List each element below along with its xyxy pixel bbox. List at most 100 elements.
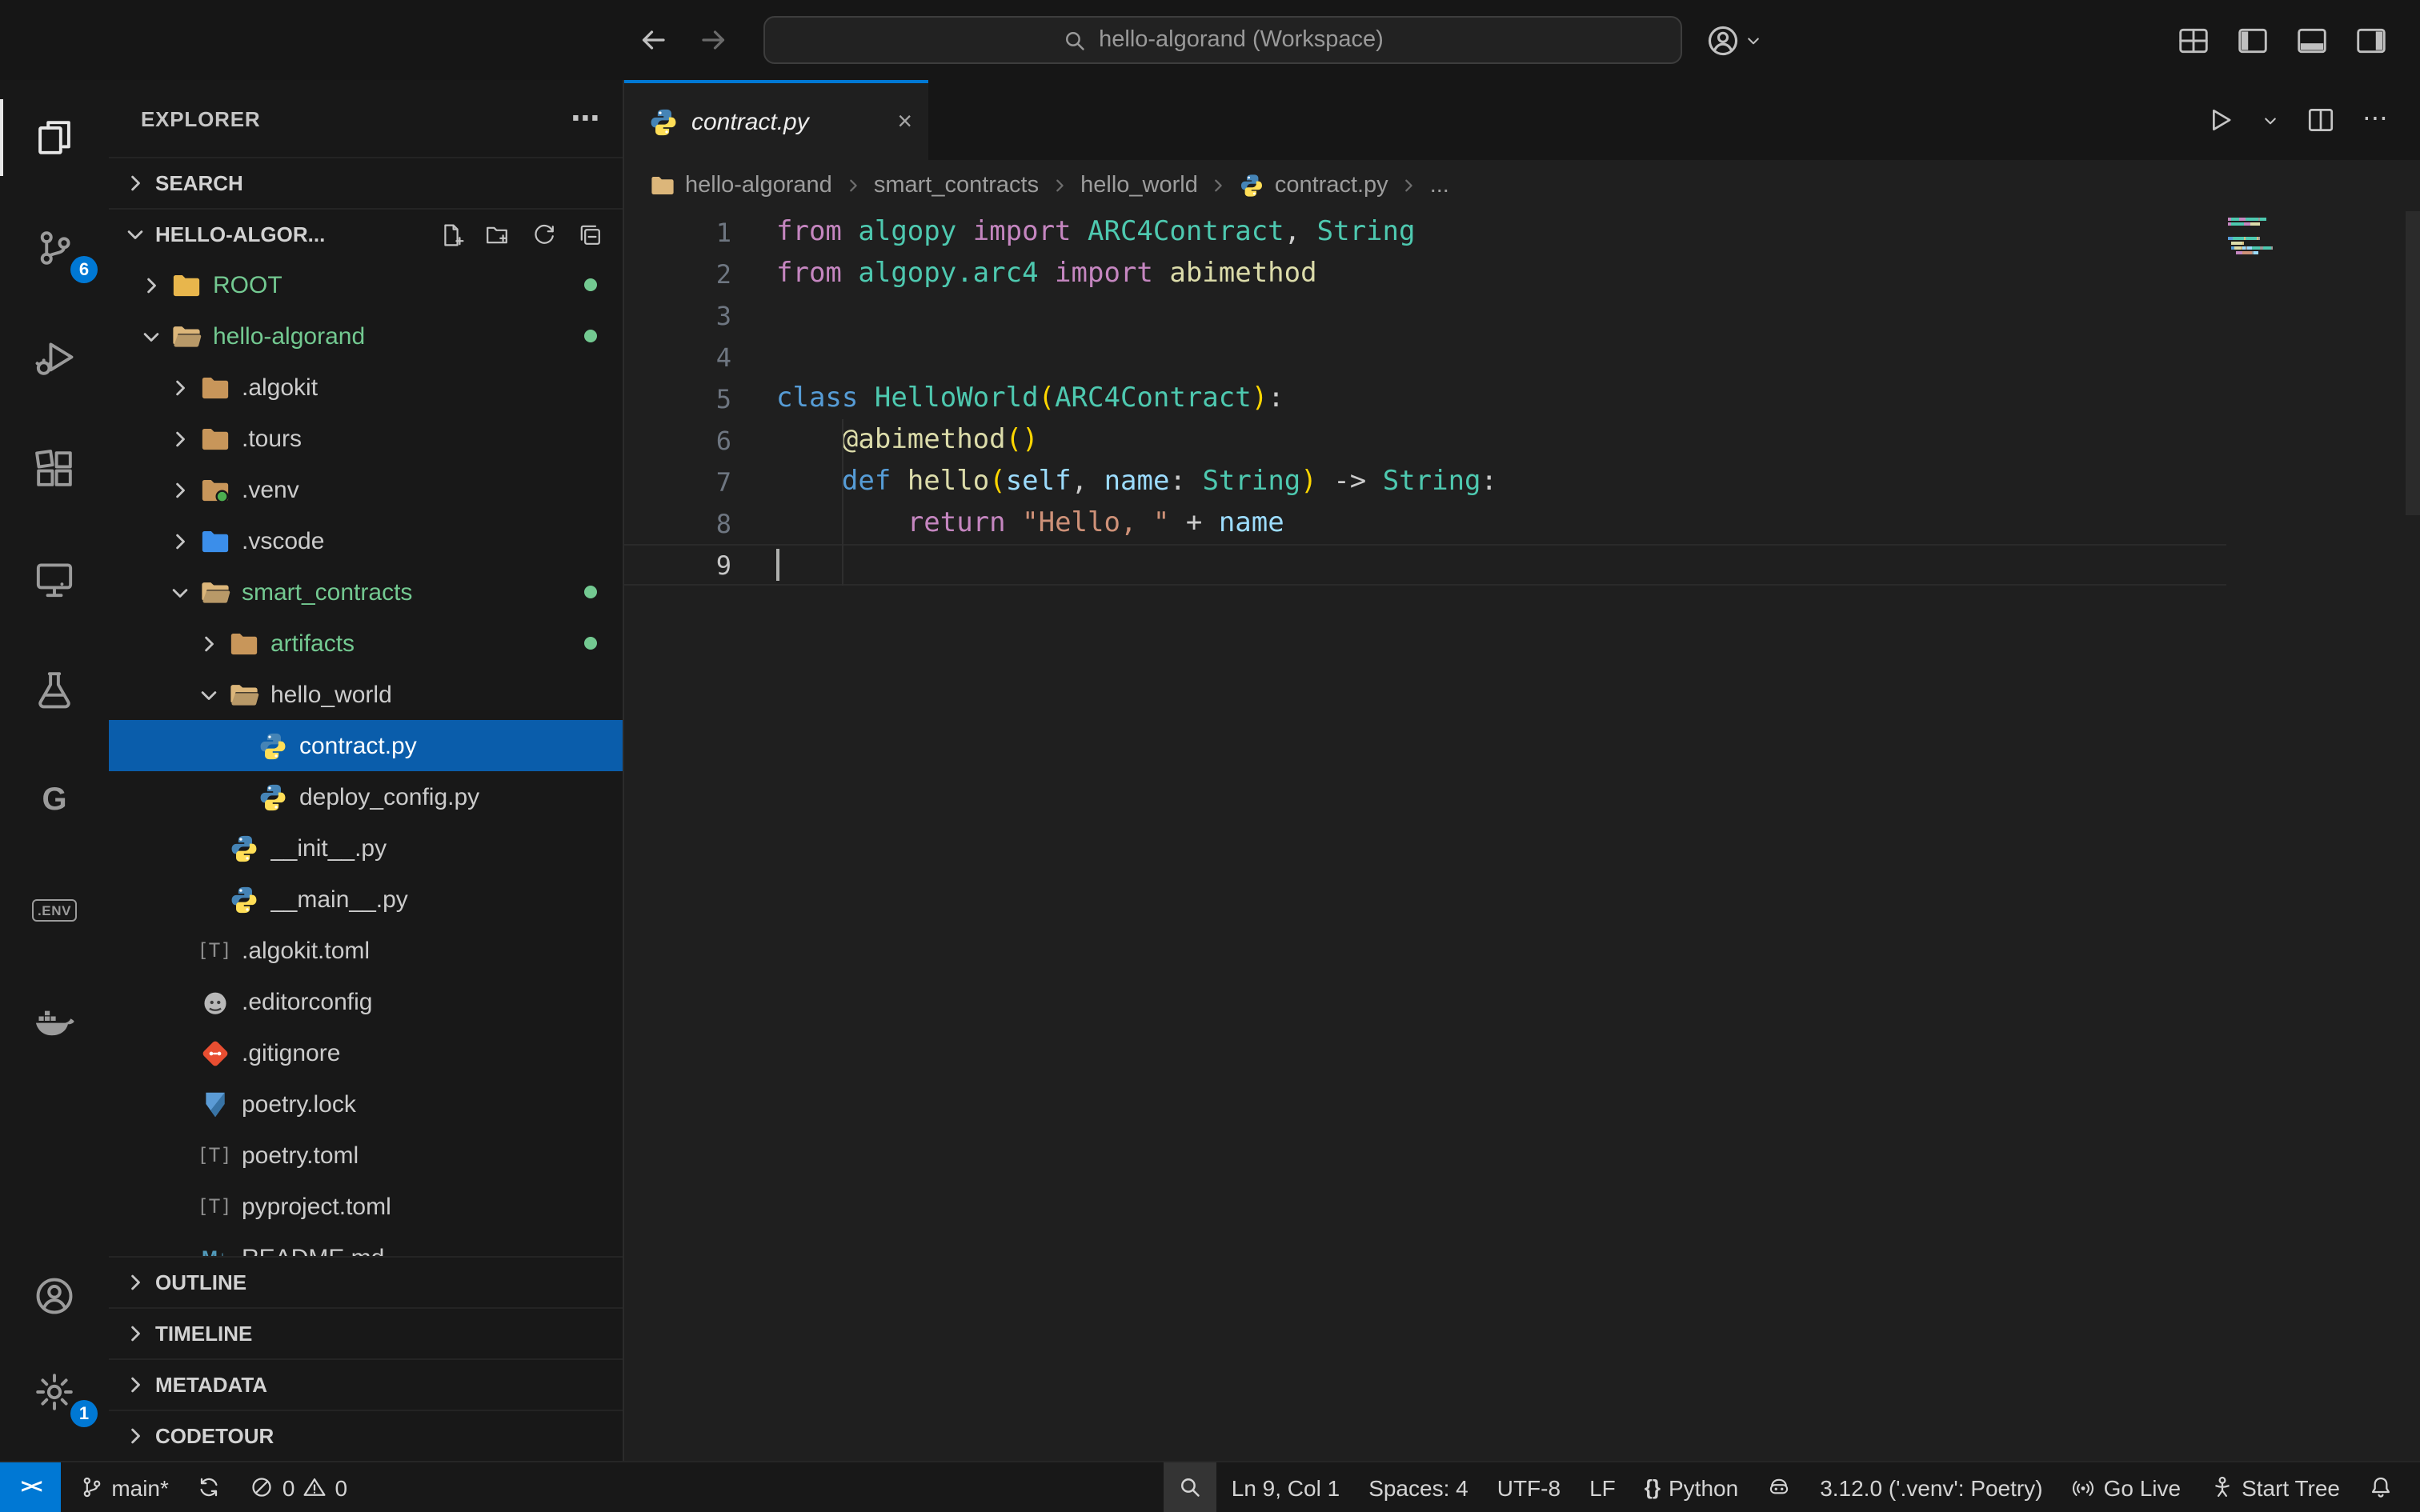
tree-item-hello_world[interactable]: hello_world (109, 669, 623, 720)
remote-explorer-icon (34, 558, 75, 600)
refresh-explorer-button[interactable] (531, 222, 557, 247)
code-line-3[interactable]: 3 (624, 294, 2420, 336)
editor-scrollbar[interactable] (2406, 211, 2420, 515)
tree-item-poetry.lock[interactable]: poetry.lock (109, 1078, 623, 1130)
status-go-live[interactable]: Go Live (2057, 1462, 2196, 1512)
close-tab-button[interactable]: × (897, 108, 912, 135)
status-eol[interactable]: LF (1575, 1462, 1630, 1512)
account-menu[interactable] (1706, 0, 1762, 80)
activity-badge: 6 (70, 256, 98, 283)
tree-item-pyproject.toml[interactable]: [T]pyproject.toml (109, 1181, 623, 1232)
tree-item-.tours[interactable]: .tours (109, 413, 623, 464)
search-section-label: SEARCH (155, 171, 243, 195)
editor-more-actions-button[interactable]: ⋯ (2362, 107, 2388, 133)
toggle-secondary-sidebar-button[interactable] (2354, 23, 2388, 57)
status-copilot[interactable] (1753, 1462, 1805, 1512)
tree-item-.algokit[interactable]: .algokit (109, 362, 623, 413)
tree-item-smart_contracts[interactable]: smart_contracts (109, 566, 623, 618)
code-line-2[interactable]: 2from algopy.arc4 import abimethod (624, 253, 2420, 294)
activity-settings[interactable]: 1 (0, 1354, 109, 1430)
line-number: 6 (624, 425, 731, 455)
breadcrumb-item[interactable]: ... (1430, 173, 1449, 198)
code-line-8[interactable]: 8 return "Hello, " + name (624, 502, 2420, 544)
tree-item-contract.py[interactable]: contract.py (109, 720, 623, 771)
tree-item-.editorconfig[interactable]: .editorconfig (109, 976, 623, 1027)
status-indentation[interactable]: Spaces: 4 (1354, 1462, 1483, 1512)
tree-item-.gitignore[interactable]: .gitignore (109, 1027, 623, 1078)
breadcrumb-item[interactable]: smart_contracts (874, 173, 1039, 198)
code-line-9[interactable]: 9 (624, 544, 2226, 586)
code-line-1[interactable]: 1from algopy import ARC4Contract, String (624, 211, 2420, 253)
section-outline[interactable]: OUTLINE (109, 1256, 623, 1307)
run-options-chevron[interactable] (2262, 111, 2279, 129)
section-codetour[interactable]: CODETOUR (109, 1410, 623, 1461)
status-git-branch[interactable]: main* (65, 1462, 183, 1512)
activity-accounts[interactable] (0, 1258, 109, 1334)
activity-dotenv[interactable]: .ENV (0, 872, 109, 949)
folder-icon (227, 627, 259, 659)
activity-explorer[interactable] (0, 99, 109, 176)
tree-item-deploy_config.py[interactable]: deploy_config.py (109, 771, 623, 822)
status-magnifier[interactable] (1164, 1462, 1217, 1512)
collapse-folders-button[interactable] (578, 222, 603, 247)
tree-item-.vscode[interactable]: .vscode (109, 515, 623, 566)
tree-item-.venv[interactable]: .venv (109, 464, 623, 515)
folder-vscode-icon (198, 525, 230, 557)
workspace-section-header[interactable]: HELLO-ALGOR... (109, 208, 623, 259)
status-python-interpreter[interactable]: 3.12.0 ('.venv': Poetry) (1805, 1462, 2057, 1512)
tree-item-label: deploy_config.py (299, 783, 623, 810)
status-start-tree[interactable]: Start Tree (2195, 1462, 2354, 1512)
code-line-7[interactable]: 7 def hello(self, name: String) -> Strin… (624, 461, 2420, 502)
breadcrumb-item[interactable]: hello-algorand (650, 173, 832, 198)
tree-item-__init__.py[interactable]: __init__.py (109, 822, 623, 874)
activity-run-debug[interactable] (0, 320, 109, 397)
activity-testing[interactable] (0, 651, 109, 728)
toggle-panel-button[interactable] (2295, 23, 2329, 57)
status-encoding[interactable]: UTF-8 (1483, 1462, 1575, 1512)
activity-source-control[interactable]: 6 (0, 210, 109, 286)
status-cursor-position[interactable]: Ln 9, Col 1 (1217, 1462, 1354, 1512)
toggle-primary-sidebar-button[interactable] (2236, 23, 2270, 57)
section-metadata[interactable]: METADATA (109, 1358, 623, 1410)
tree-item-artifacts[interactable]: artifacts (109, 618, 623, 669)
branch-icon (79, 1475, 103, 1499)
tab-contract-py[interactable]: contract.py × (624, 80, 928, 160)
twisty-spacer (163, 1037, 195, 1069)
status-remote-indicator[interactable]: >< (0, 1462, 60, 1512)
breadcrumb-item[interactable]: contract.py (1240, 173, 1388, 198)
split-editor-button[interactable] (2306, 106, 2335, 134)
status-problems[interactable]: 00 (236, 1462, 362, 1512)
run-python-file-button[interactable] (2206, 106, 2234, 134)
tree-item-ROOT[interactable]: ROOT (109, 259, 623, 310)
command-center-search[interactable]: hello-algorand (Workspace) (763, 16, 1682, 64)
explorer-more-actions-button[interactable]: ⋯ (571, 104, 600, 133)
forward-button[interactable] (698, 0, 730, 80)
code-line-5[interactable]: 5class HelloWorld(ARC4Contract): (624, 378, 2420, 419)
activity-docker[interactable] (0, 982, 109, 1059)
tree-item-__main__.py[interactable]: __main__.py (109, 874, 623, 925)
customize-layout-button[interactable] (2177, 23, 2210, 57)
chevron-right-icon (163, 474, 195, 506)
tree-item-poetry.toml[interactable]: [T]poetry.toml (109, 1130, 623, 1181)
status-notifications[interactable] (2354, 1462, 2407, 1512)
new-folder-button[interactable] (485, 222, 511, 247)
chevron-right-icon (192, 627, 224, 659)
status-language-mode[interactable]: {}Python (1630, 1462, 1753, 1512)
tree-item-README.md[interactable]: M↓README.md (109, 1232, 623, 1256)
tree-item-hello-algorand[interactable]: hello-algorand (109, 310, 623, 362)
breadcrumb-item[interactable]: hello_world (1080, 173, 1198, 198)
activity-remote-explorer[interactable] (0, 541, 109, 618)
code-line-6[interactable]: 6 @abimethod() (624, 419, 2420, 461)
status-sync-changes[interactable] (183, 1462, 236, 1512)
tree-item-.algokit.toml[interactable]: [T].algokit.toml (109, 925, 623, 976)
new-file-button[interactable] (439, 222, 464, 247)
section-timeline[interactable]: TIMELINE (109, 1307, 623, 1358)
activity-algokit[interactable]: G (0, 762, 109, 838)
minimap[interactable] (2228, 218, 2318, 261)
status-bar: ><main* 00 Ln 9, Col 1Spaces: 4UTF-8LF{}P… (0, 1461, 2420, 1512)
activity-extensions[interactable] (0, 430, 109, 507)
back-button[interactable] (637, 0, 669, 80)
code-editor[interactable]: 1from algopy import ARC4Contract, String… (624, 211, 2420, 1461)
section-search[interactable]: SEARCH (109, 157, 623, 208)
code-line-4[interactable]: 4 (624, 336, 2420, 378)
